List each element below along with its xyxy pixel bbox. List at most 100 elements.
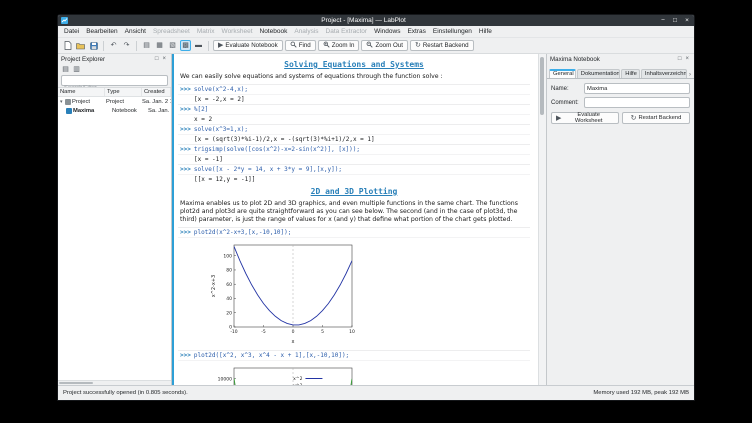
code-text[interactable]: trigsimp(solve([cos(x^2)-x=2-sin(x^2)], …: [194, 146, 360, 153]
code-cell-input[interactable]: >>> plot2d(x^2-x+3,[x,-10,10]);: [178, 227, 530, 237]
labplot-window: Project - [Maxima] — LabPlot − □ × Datei…: [57, 14, 695, 401]
find-button[interactable]: Find: [285, 40, 316, 51]
project-tree: Name Type Created ▾ Project Project Sa. …: [58, 87, 171, 380]
column-header-name[interactable]: Name: [58, 88, 105, 96]
open-project-icon[interactable]: [75, 40, 86, 51]
new-worksheet-icon[interactable]: ▧: [167, 40, 178, 51]
zoom-in-label: Zoom In: [332, 42, 355, 49]
evaluate-worksheet-button[interactable]: ▶ Evaluate Worksheet: [551, 112, 619, 124]
code-cell-input[interactable]: >>> solve(x^2-4,x);: [178, 84, 530, 94]
close-panel-icon[interactable]: ×: [160, 56, 168, 62]
name-field[interactable]: [584, 83, 690, 94]
redo-icon[interactable]: ↷: [121, 40, 132, 51]
menu-item-extras[interactable]: Extras: [404, 28, 428, 35]
menubar: Datei Bearbeiten Ansicht Spreadsheet Mat…: [58, 26, 694, 38]
row-type: Project: [104, 99, 140, 105]
tree-header: Name Type Created: [58, 88, 171, 97]
code-text[interactable]: %[2]: [194, 106, 208, 113]
new-datasource-icon[interactable]: ▬: [193, 40, 204, 51]
code-cell-input[interactable]: >>> plot2d([x^2, x^3, x^4 - x + 1],[x,-1…: [178, 350, 530, 360]
comment-field[interactable]: [584, 97, 690, 108]
menu-item-einstellungen[interactable]: Einstellungen: [430, 28, 475, 35]
menu-item-hilfe[interactable]: Hilfe: [476, 28, 495, 35]
save-project-icon[interactable]: [88, 40, 99, 51]
code-cell-input[interactable]: >>> trigsimp(solve([cos(x^2)-x=2-sin(x^2…: [178, 144, 530, 154]
row-name: Project: [72, 99, 90, 105]
refresh-icon: ↻: [415, 42, 421, 49]
find-label: Find: [299, 42, 311, 49]
code-text[interactable]: solve([x - 2*y = 14, x + 3*y = 9],[x,y])…: [194, 166, 342, 173]
prompt: >>>: [180, 146, 191, 153]
scrollbar-thumb[interactable]: [540, 57, 544, 115]
code-cell-input[interactable]: >>> solve(x^3=1,x);: [178, 124, 530, 134]
column-header-created[interactable]: Created: [142, 88, 171, 96]
svg-text:0: 0: [229, 325, 232, 331]
tab-hilfe[interactable]: Hilfe: [621, 69, 640, 78]
svg-text:-5: -5: [261, 329, 266, 335]
tab-inhaltsverzeichnis[interactable]: Inhaltsverzeichn: [641, 69, 687, 78]
new-spreadsheet-icon[interactable]: ▦: [154, 40, 165, 51]
restart-backend-button[interactable]: ↻ Restart Backend: [410, 40, 474, 51]
titlebar[interactable]: Project - [Maxima] — LabPlot − □ ×: [58, 15, 694, 26]
code-cell-input[interactable]: >>> %[2]: [178, 104, 530, 114]
tab-dokumentation[interactable]: Dokumentation: [577, 69, 621, 78]
code-text[interactable]: solve(x^2-4,x);: [194, 86, 248, 93]
notebook-scrollbar[interactable]: [538, 54, 546, 385]
toolbar-separator: [103, 41, 104, 51]
undo-icon[interactable]: ↶: [108, 40, 119, 51]
close-panel-icon[interactable]: ×: [683, 56, 691, 62]
menu-item-windows[interactable]: Windows: [371, 28, 403, 35]
window-title: Project - [Maxima] — LabPlot: [68, 17, 659, 24]
notebook-content[interactable]: Solving Equations and Systems We can eas…: [174, 54, 538, 385]
menu-item-spreadsheet: Spreadsheet: [150, 28, 193, 35]
menu-item-bearbeiten[interactable]: Bearbeiten: [83, 28, 120, 35]
code-cell-input[interactable]: >>> solve([x - 2*y = 14, x + 3*y = 9],[x…: [178, 164, 530, 174]
tab-overflow-arrow-icon[interactable]: ›: [688, 72, 692, 78]
play-icon: ▶: [556, 115, 561, 122]
plotting-text: Maxima enables us to plot 2D and 3D grap…: [180, 200, 530, 224]
code-cell-output: [x = -2,x = 2]: [178, 94, 530, 104]
scrollbar-thumb[interactable]: [59, 382, 93, 384]
tree-row-project[interactable]: ▾ Project Project Sa. Jan. 2 18: [58, 97, 171, 106]
svg-text:x: x: [292, 339, 295, 345]
menu-item-ansicht[interactable]: Ansicht: [122, 28, 149, 35]
svg-text:10: 10: [349, 329, 355, 335]
tab-general[interactable]: General: [549, 69, 576, 78]
notebook-view-toggle-icon[interactable]: ▩: [180, 40, 191, 51]
minimize-button[interactable]: −: [659, 16, 667, 25]
comment-label: Comment:: [551, 100, 581, 106]
svg-text:40: 40: [226, 296, 232, 302]
restart-backend-dock-button[interactable]: ↻ Restart Backend: [622, 112, 690, 124]
intro-text: We can easily solve equations and system…: [180, 73, 530, 81]
evaluate-notebook-button[interactable]: ▶ Evaluate Notebook: [213, 40, 283, 51]
zoom-in-button[interactable]: Zoom In: [318, 40, 360, 51]
menu-item-notebook[interactable]: Notebook: [257, 28, 291, 35]
section-heading-solving: Solving Equations and Systems: [178, 60, 530, 69]
status-message: Project successfully opened (in 0.805 se…: [63, 390, 188, 396]
refresh-icon: ↻: [631, 115, 637, 122]
prompt: >>>: [180, 166, 191, 173]
float-panel-icon[interactable]: □: [676, 56, 684, 62]
prompt: >>>: [180, 352, 191, 359]
code-text[interactable]: plot2d([x^2, x^3, x^4 - x + 1],[x,-10,10…: [194, 352, 349, 359]
menu-item-datei[interactable]: Datei: [61, 28, 82, 35]
menu-item-data-extractor: Data Extractor: [323, 28, 371, 35]
code-text[interactable]: solve(x^3=1,x);: [194, 126, 248, 133]
new-workbook-icon[interactable]: ▤: [141, 40, 152, 51]
close-button[interactable]: ×: [683, 16, 691, 25]
svg-text:80: 80: [226, 268, 232, 274]
float-panel-icon[interactable]: □: [153, 56, 161, 62]
plot2d-result-1: -10-50510020406080100xx^2-x+3: [178, 237, 530, 350]
zoom-out-button[interactable]: Zoom Out: [361, 40, 408, 51]
play-icon: ▶: [218, 42, 223, 49]
column-header-type[interactable]: Type: [105, 88, 142, 96]
svg-text:100: 100: [223, 253, 232, 259]
expand-all-icon[interactable]: ▤: [61, 65, 70, 74]
collapse-all-icon[interactable]: ▥: [72, 65, 81, 74]
horizontal-scrollbar[interactable]: [58, 380, 171, 385]
code-text[interactable]: plot2d(x^2-x+3,[x,-10,10]);: [194, 229, 292, 236]
tree-row-maxima[interactable]: Maxima Notebook Sa. Jan. 2 18: [58, 106, 171, 115]
new-project-icon[interactable]: [62, 40, 73, 51]
restart-backend-label: Restart Backend: [423, 42, 469, 49]
maximize-button[interactable]: □: [671, 16, 679, 25]
